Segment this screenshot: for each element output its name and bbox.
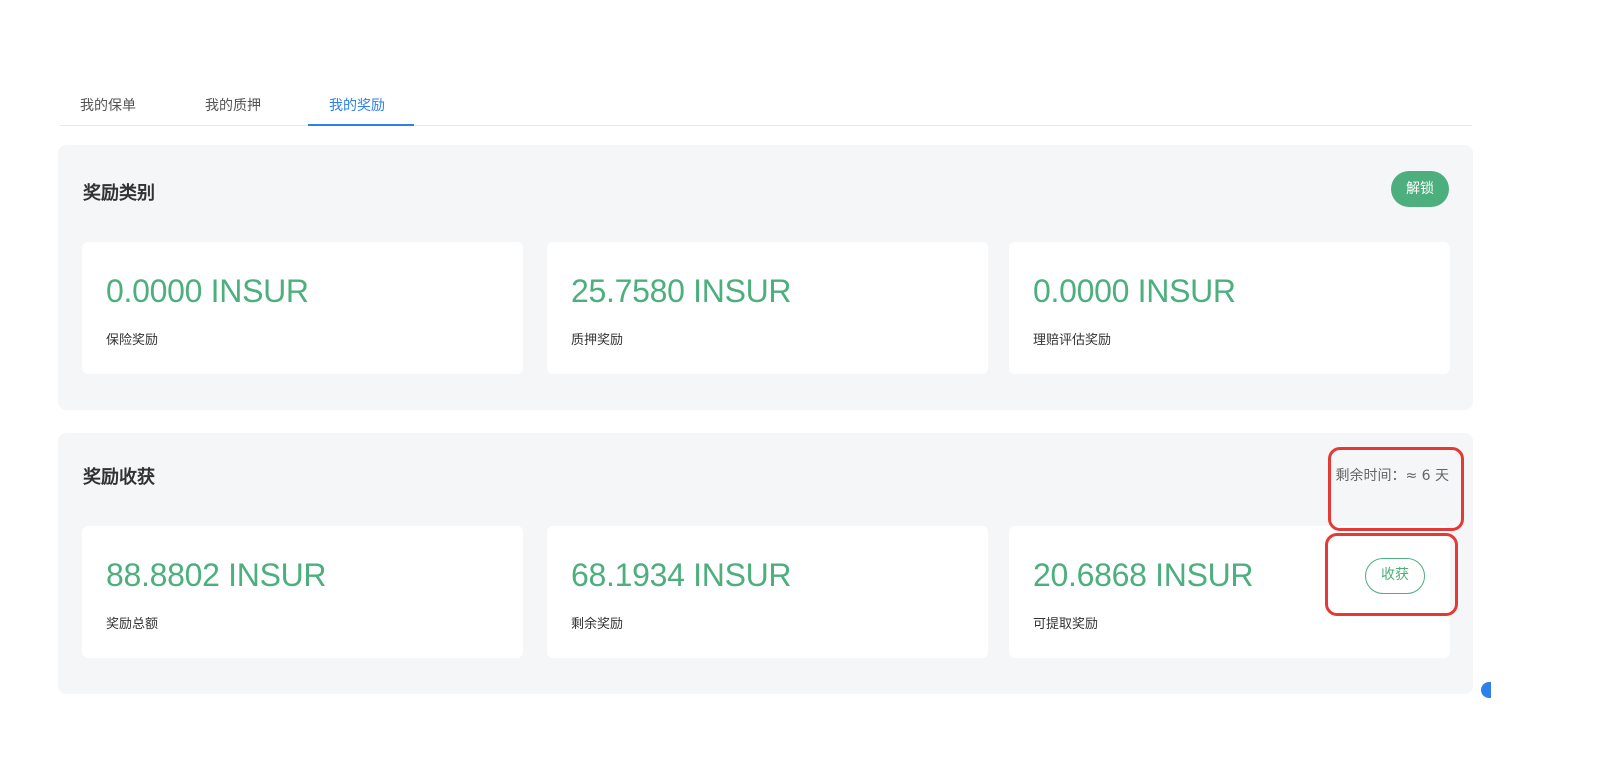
unlock-button[interactable]: 解锁 xyxy=(1391,171,1449,207)
withdrawable-reward-label: 可提取奖励 xyxy=(1033,617,1099,632)
remaining-time: 剩余时间：≈ 6 天 xyxy=(1335,468,1449,484)
total-reward-amount: 88.8802 INSUR xyxy=(106,557,327,593)
edge-widget-handle[interactable] xyxy=(1481,682,1491,698)
remaining-reward-label: 剩余奖励 xyxy=(571,617,624,632)
harvest-button[interactable]: 收获 xyxy=(1365,558,1425,594)
insurance-reward-label: 保险奖励 xyxy=(106,333,159,348)
tab-bar: 我的保单 我的质押 我的奖励 xyxy=(60,84,1472,126)
tab-my-staking[interactable]: 我的质押 xyxy=(205,95,261,126)
staking-reward-card: 25.7580 INSUR 质押奖励 xyxy=(547,242,988,374)
tab-my-policies[interactable]: 我的保单 xyxy=(80,95,136,126)
reward-harvest-panel: 奖励收获 剩余时间：≈ 6 天 88.8802 INSUR 奖励总额 68.19… xyxy=(58,433,1473,694)
reward-categories-title: 奖励类别 xyxy=(83,183,155,204)
withdrawable-reward-card: 20.6868 INSUR 可提取奖励 收获 xyxy=(1009,526,1450,658)
withdrawable-reward-amount: 20.6868 INSUR xyxy=(1033,557,1254,593)
claim-assessment-reward-label: 理赔评估奖励 xyxy=(1033,333,1112,348)
tab-my-rewards[interactable]: 我的奖励 xyxy=(329,95,385,126)
rewards-page: 我的保单 我的质押 我的奖励 奖励类别 解锁 0.0000 INSUR 保险奖励… xyxy=(0,0,1612,762)
claim-assessment-reward-amount: 0.0000 INSUR xyxy=(1033,273,1236,309)
staking-reward-amount: 25.7580 INSUR xyxy=(571,273,792,309)
staking-reward-label: 质押奖励 xyxy=(571,333,624,348)
claim-assessment-reward-card: 0.0000 INSUR 理赔评估奖励 xyxy=(1009,242,1450,374)
remaining-reward-card: 68.1934 INSUR 剩余奖励 xyxy=(547,526,988,658)
remaining-reward-amount: 68.1934 INSUR xyxy=(571,557,792,593)
total-reward-label: 奖励总额 xyxy=(106,617,159,632)
total-reward-card: 88.8802 INSUR 奖励总额 xyxy=(82,526,523,658)
active-tab-indicator xyxy=(308,124,414,126)
reward-categories-panel: 奖励类别 解锁 0.0000 INSUR 保险奖励 25.7580 INSUR … xyxy=(58,145,1473,410)
reward-harvest-title: 奖励收获 xyxy=(83,467,155,488)
insurance-reward-card: 0.0000 INSUR 保险奖励 xyxy=(82,242,523,374)
insurance-reward-amount: 0.0000 INSUR xyxy=(106,273,309,309)
